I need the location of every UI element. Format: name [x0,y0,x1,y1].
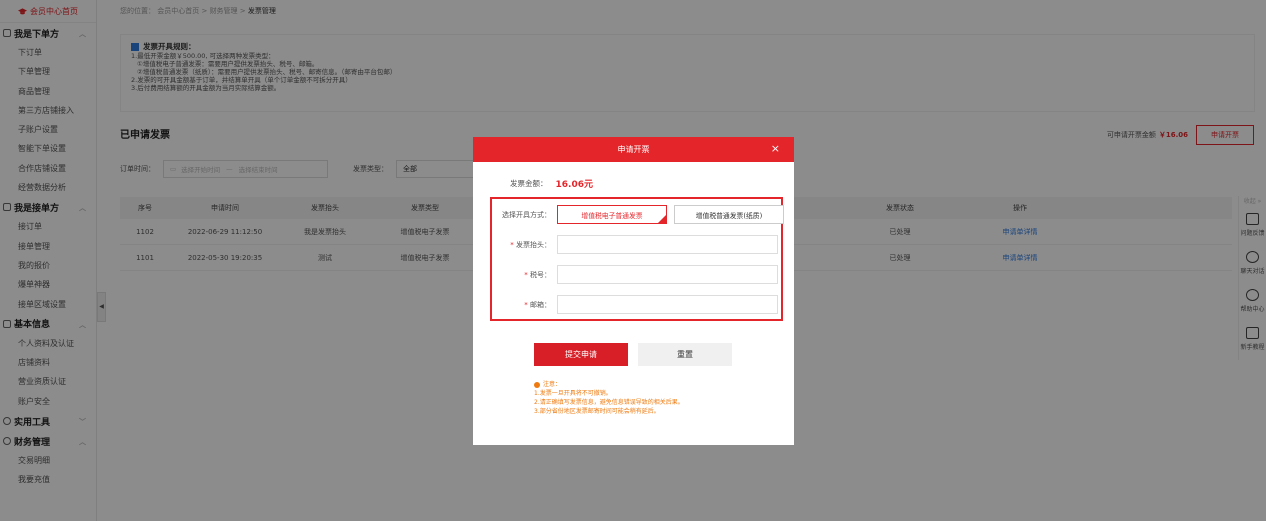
warning-icon [534,381,540,388]
note-line: 1.发票一旦开具将不可撤销。 [534,390,612,397]
apply-invoice-dialog: 申请开票 × 发票金额： 16.06元 选择开具方式： 增值税电子普通发票 增值… [473,137,794,445]
submit-button[interactable]: 提交申请 [534,343,628,366]
dialog-title: 申请开票 [617,145,650,154]
email-input[interactable] [557,295,778,314]
dialog-actions: 提交申请 重置 [534,343,732,366]
invoice-form: 选择开具方式： 增值税电子普通发票 增值税普通发票(纸质) * 发票抬头： * … [490,197,784,321]
option-paper-label: 增值税普通发票(纸质) [695,211,763,220]
invoice-title-input[interactable] [557,235,778,254]
selected-corner-icon [658,215,666,223]
tax-number-row: * 税号： [492,265,778,284]
close-icon[interactable]: × [771,142,780,155]
notes-title: 注意： [534,380,684,389]
invoice-amount-row: 发票金额： 16.06元 [510,177,593,190]
option-electronic-label: 增值税电子普通发票 [581,211,643,220]
option-paper-invoice[interactable]: 增值税普通发票(纸质) [674,205,784,224]
method-row: 选择开具方式： 增值税电子普通发票 增值税普通发票(纸质) [492,205,791,224]
tax-number-label: * 税号： [524,270,551,279]
invoice-title-label: * 发票抬头： [510,240,551,249]
email-row: * 邮箱： [492,295,778,314]
invoice-amount-value: 16.06元 [555,180,593,190]
option-electronic-invoice[interactable]: 增值税电子普通发票 [557,205,667,224]
reset-button[interactable]: 重置 [638,343,732,366]
invoice-amount-label: 发票金额： [510,179,548,188]
note-line: 3.部分省份地区发票邮寄时间可能会稍有延后。 [534,408,660,415]
note-line: 2.请正确填写发票信息，避免信息错误导致的相关后果。 [534,399,684,406]
invoice-title-row: * 发票抬头： [492,235,778,254]
tax-number-input[interactable] [557,265,778,284]
dialog-notes: 注意： 1.发票一旦开具将不可撤销。 2.请正确填写发票信息，避免信息错误导致的… [534,380,684,416]
email-label: * 邮箱： [524,300,551,309]
dialog-header: 申请开票 × [473,137,794,162]
method-label: 选择开具方式： [502,210,551,219]
